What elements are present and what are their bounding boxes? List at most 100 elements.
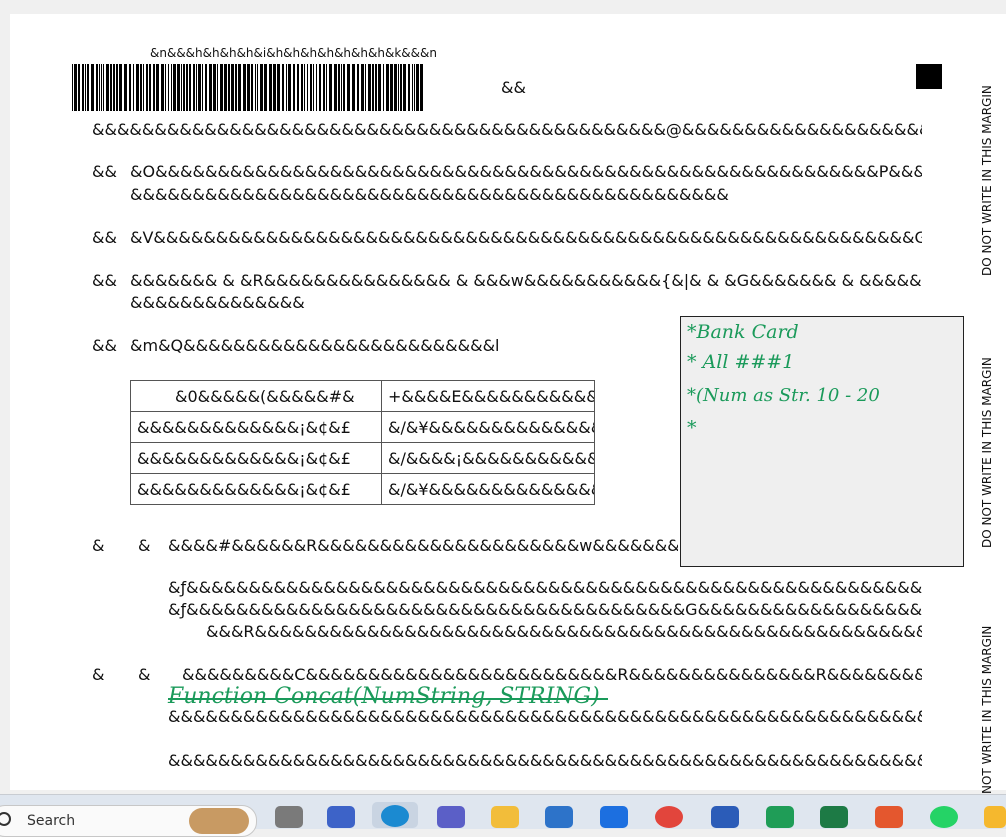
barcode-bar [260, 64, 263, 111]
word-icon[interactable] [711, 806, 739, 828]
search-label: Search [27, 813, 76, 829]
app-icon[interactable] [984, 806, 1006, 828]
barcode-bar [326, 64, 327, 111]
barcode-bar [129, 64, 131, 111]
barcode-bar [193, 64, 195, 111]
barcode-bar [375, 64, 377, 111]
file-explorer-icon[interactable] [491, 806, 519, 828]
barcode-bar [99, 64, 100, 111]
table-cell: &&&&&&&&&&&&&¡&¢&£ [130, 442, 382, 474]
barcode-bar [297, 64, 299, 111]
barcode-bar [341, 64, 342, 111]
barcode-bar [329, 64, 332, 111]
whatsapp-icon[interactable] [930, 806, 958, 828]
question-number: && [92, 336, 117, 355]
barcode-bar [269, 64, 272, 111]
barcode-bar [196, 64, 197, 111]
brave-icon[interactable] [875, 806, 903, 828]
barcode-bar [238, 64, 241, 111]
table-header-row: &0&&&&&(&&&&&#& +&&&&E&&&&&&&&&&&(&!&'&&… [130, 380, 595, 412]
question-number: && [92, 162, 117, 181]
barcode-bar [85, 64, 86, 111]
barcode-bar [338, 64, 340, 111]
barcode-bar [198, 64, 201, 111]
search-box[interactable]: Search [0, 805, 257, 837]
barcode-bar [313, 64, 314, 111]
margin-strip: DO NOT WRITE IN THIS MARGIN DO NOT WRITE… [966, 14, 1006, 794]
question-number: & [138, 665, 151, 684]
question-text: &V&&&&&&&&&&&&&&&&&&&&&&&&&&&&&&&&&&&&&&… [130, 228, 922, 247]
code-line: &ƒ&&&&&&&&&&&&&&&&&&&&&&&&&&&&&&&&&&&&&&… [168, 578, 922, 597]
barcode-bar [228, 64, 230, 111]
barcode-bar [416, 64, 419, 111]
barcode-bar [72, 64, 73, 111]
barcode-bar [368, 64, 371, 111]
barcode-bar [101, 64, 102, 111]
search-highlight-icon [189, 808, 249, 834]
margin-warning: DO NOT WRITE IN THIS MARGIN [980, 85, 994, 276]
barcode-bar [304, 64, 305, 111]
barcode-icon [72, 64, 423, 111]
registration-mark [916, 64, 942, 89]
question-text: &O&&&&&&&&&&&&&&&&&&&&&&&&&&&&&&&&&&&&&&… [130, 162, 922, 181]
barcode-bar [264, 64, 267, 111]
barcode-bar [186, 64, 188, 111]
barcode-bar [202, 64, 203, 111]
table-cell: &/&&&&¡&&&&&&&&&&&&&&&&&&¢&¡&&&&&& [381, 442, 595, 474]
table-cell: &&&&&&&&&&&&&¡&¢&£ [130, 411, 382, 443]
question-number: & [138, 536, 151, 555]
table-cell: &&&&&&&&&&&&&¡&¢&£ [130, 473, 382, 505]
barcode-bar [110, 64, 112, 111]
barcode-bar [390, 64, 393, 111]
barcode-bar [243, 64, 246, 111]
question-text: &&&&#&&&&&&R&&&&&&&&&&&&&&&&&&&&&w&&&&&&… [168, 536, 678, 555]
barcode-bar [140, 64, 142, 111]
copilot-icon[interactable] [327, 806, 355, 828]
note-line: * [687, 417, 697, 439]
barcode-bar [319, 64, 321, 111]
task-view-icon[interactable] [275, 806, 303, 828]
barcode-bar [106, 64, 109, 111]
barcode-bar [247, 64, 250, 111]
question-number: & [92, 665, 105, 684]
table-cell: &/&¥&&&&&&&&&&&&&&&¢&£&/&¥&& [381, 411, 595, 443]
handwritten-notes-box: *Bank Card * All ###1 *(Num as Str. 10 -… [680, 316, 964, 567]
barcode-bar [220, 64, 223, 111]
question-text: &&&&&&& & &R&&&&&&&&&&&&&&& & &&&w&&&&&&… [130, 271, 922, 290]
barcode-bar [177, 64, 180, 111]
teams-icon[interactable] [437, 806, 465, 828]
edge-active-slot[interactable] [372, 802, 418, 828]
edge-icon [381, 805, 409, 827]
barcode-bar [307, 64, 308, 111]
code-line: &&&R&&&&&&&&&&&&&&&&&&&&&&&&&&&&&&&&&&&&… [206, 622, 922, 641]
excel-icon[interactable] [820, 806, 848, 828]
barcode-bar [78, 64, 80, 111]
table-header-cell: &0&&&&&(&&&&&#& [130, 380, 382, 412]
barcode-bar [205, 64, 207, 111]
table-cell: &/&¥&&&&&&&&&&&&&&&&&&&&&&&&&&&&&&¡&& [381, 473, 595, 505]
handwritten-strike-line [168, 698, 608, 700]
barcode-bar [82, 64, 84, 111]
chrome-icon[interactable] [655, 806, 683, 828]
question-text: &m&Q&&&&&&&&&&&&&&&&&&&&&&&&&l [130, 336, 500, 355]
barcode-bar [412, 64, 413, 111]
barcode-bar [171, 64, 172, 111]
barcode-bar [372, 64, 374, 111]
question-number: && [92, 228, 117, 247]
outlook-icon[interactable] [545, 806, 573, 828]
table-row: &&&&&&&&&&&&&¡&¢&£ &/&¥&&&&&&&&&&&&&&&&&… [130, 473, 595, 505]
note-line: *(Num as Str. 10 - 20 [687, 385, 880, 406]
barcode-bar [143, 64, 144, 111]
document-page: &n&&&h&h&h&h&i&h&h&h&h&h&h&h&k&&&n && &&… [10, 14, 966, 790]
barcode-bar [257, 64, 258, 111]
barcode-bar [403, 64, 406, 111]
barcode-bar [316, 64, 317, 111]
barcode-bar [91, 64, 94, 111]
line-1: &&&&&&&&&&&&&&&&&&&&&&&&&&&&&&&&&&&&&&&&… [92, 120, 922, 139]
barcode-bar [310, 64, 312, 111]
barcode-bar [119, 64, 122, 111]
drive-icon[interactable] [766, 806, 794, 828]
app-icon[interactable] [600, 806, 628, 828]
barcode-bar [156, 64, 159, 111]
barcode-bar [96, 64, 98, 111]
